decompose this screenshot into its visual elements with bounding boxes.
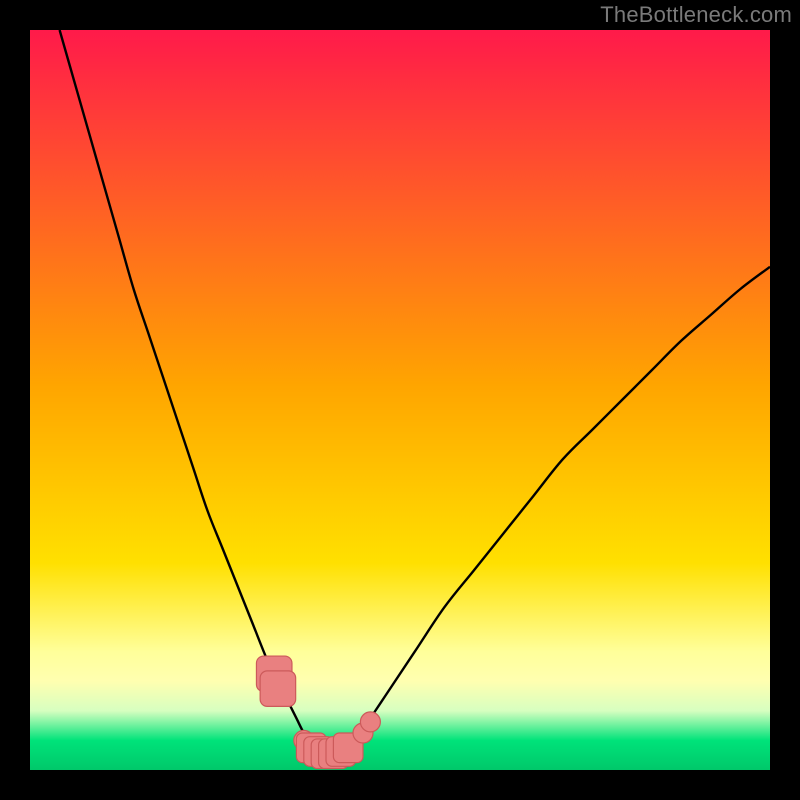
marker bbox=[260, 671, 296, 707]
marker bbox=[360, 712, 380, 732]
chart-svg bbox=[30, 30, 770, 770]
chart-frame: TheBottleneck.com bbox=[0, 0, 800, 800]
plot-area bbox=[30, 30, 770, 770]
watermark-text: TheBottleneck.com bbox=[600, 2, 792, 28]
gradient-background bbox=[30, 30, 770, 770]
